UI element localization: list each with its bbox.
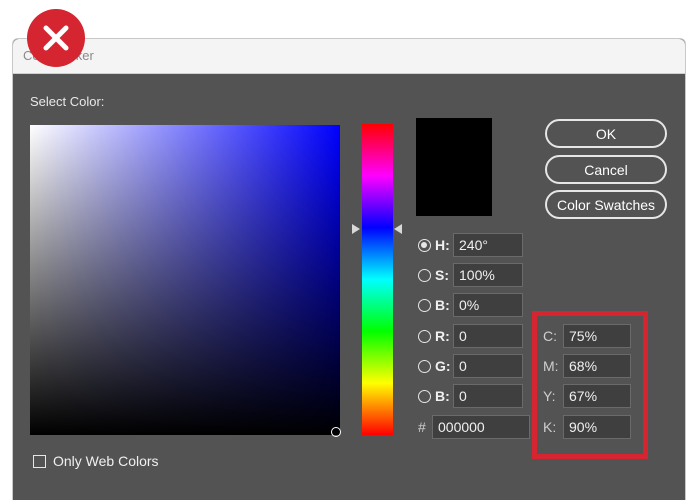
current-color-swatch [416,118,492,216]
saturation-row: S: 100% [418,263,523,287]
color-field-marker[interactable] [331,427,341,437]
hex-row: # 000000 [418,415,530,439]
only-web-colors-label: Only Web Colors [53,453,159,469]
cmyk-highlight-box [532,311,648,459]
hue-radio[interactable] [418,238,431,252]
hue-slider[interactable] [362,124,393,435]
brightness-input[interactable]: 0% [453,293,523,317]
blue-input[interactable]: 0 [453,384,523,408]
saturation-radio[interactable] [418,268,431,282]
hex-label: # [418,419,426,435]
hue-row: H: 240° [418,233,523,257]
saturation-brightness-field[interactable] [30,125,340,435]
hue-input[interactable]: 240° [453,233,523,257]
saturation-label: S: [435,267,449,283]
blue-radio[interactable] [418,389,431,403]
cancel-button[interactable]: Cancel [545,155,667,184]
select-color-label: Select Color: [30,94,105,109]
close-x-icon [27,9,85,67]
saturation-input[interactable]: 100% [453,263,523,287]
ok-button[interactable]: OK [545,119,667,148]
only-web-colors-option[interactable]: Only Web Colors [33,453,159,469]
title-bar: Color Picker [13,39,685,74]
hue-label: H: [435,237,450,253]
green-radio[interactable] [418,359,431,373]
red-row: R: 0 [418,324,523,348]
brightness-row: B: 0% [418,293,523,317]
hex-input[interactable]: 000000 [432,415,530,439]
red-radio[interactable] [418,329,431,343]
blue-label: B: [435,388,450,404]
hue-slider-left-handle[interactable] [352,224,360,234]
red-input[interactable]: 0 [453,324,523,348]
green-input[interactable]: 0 [453,354,523,378]
color-swatches-button[interactable]: Color Swatches [545,190,667,219]
green-label: G: [435,358,451,374]
only-web-colors-checkbox[interactable] [33,454,46,468]
hue-slider-right-handle[interactable] [394,224,402,234]
blue-row: B: 0 [418,384,523,408]
green-row: G: 0 [418,354,523,378]
brightness-label: B: [435,297,450,313]
brightness-radio[interactable] [418,298,431,312]
red-label: R: [435,328,450,344]
